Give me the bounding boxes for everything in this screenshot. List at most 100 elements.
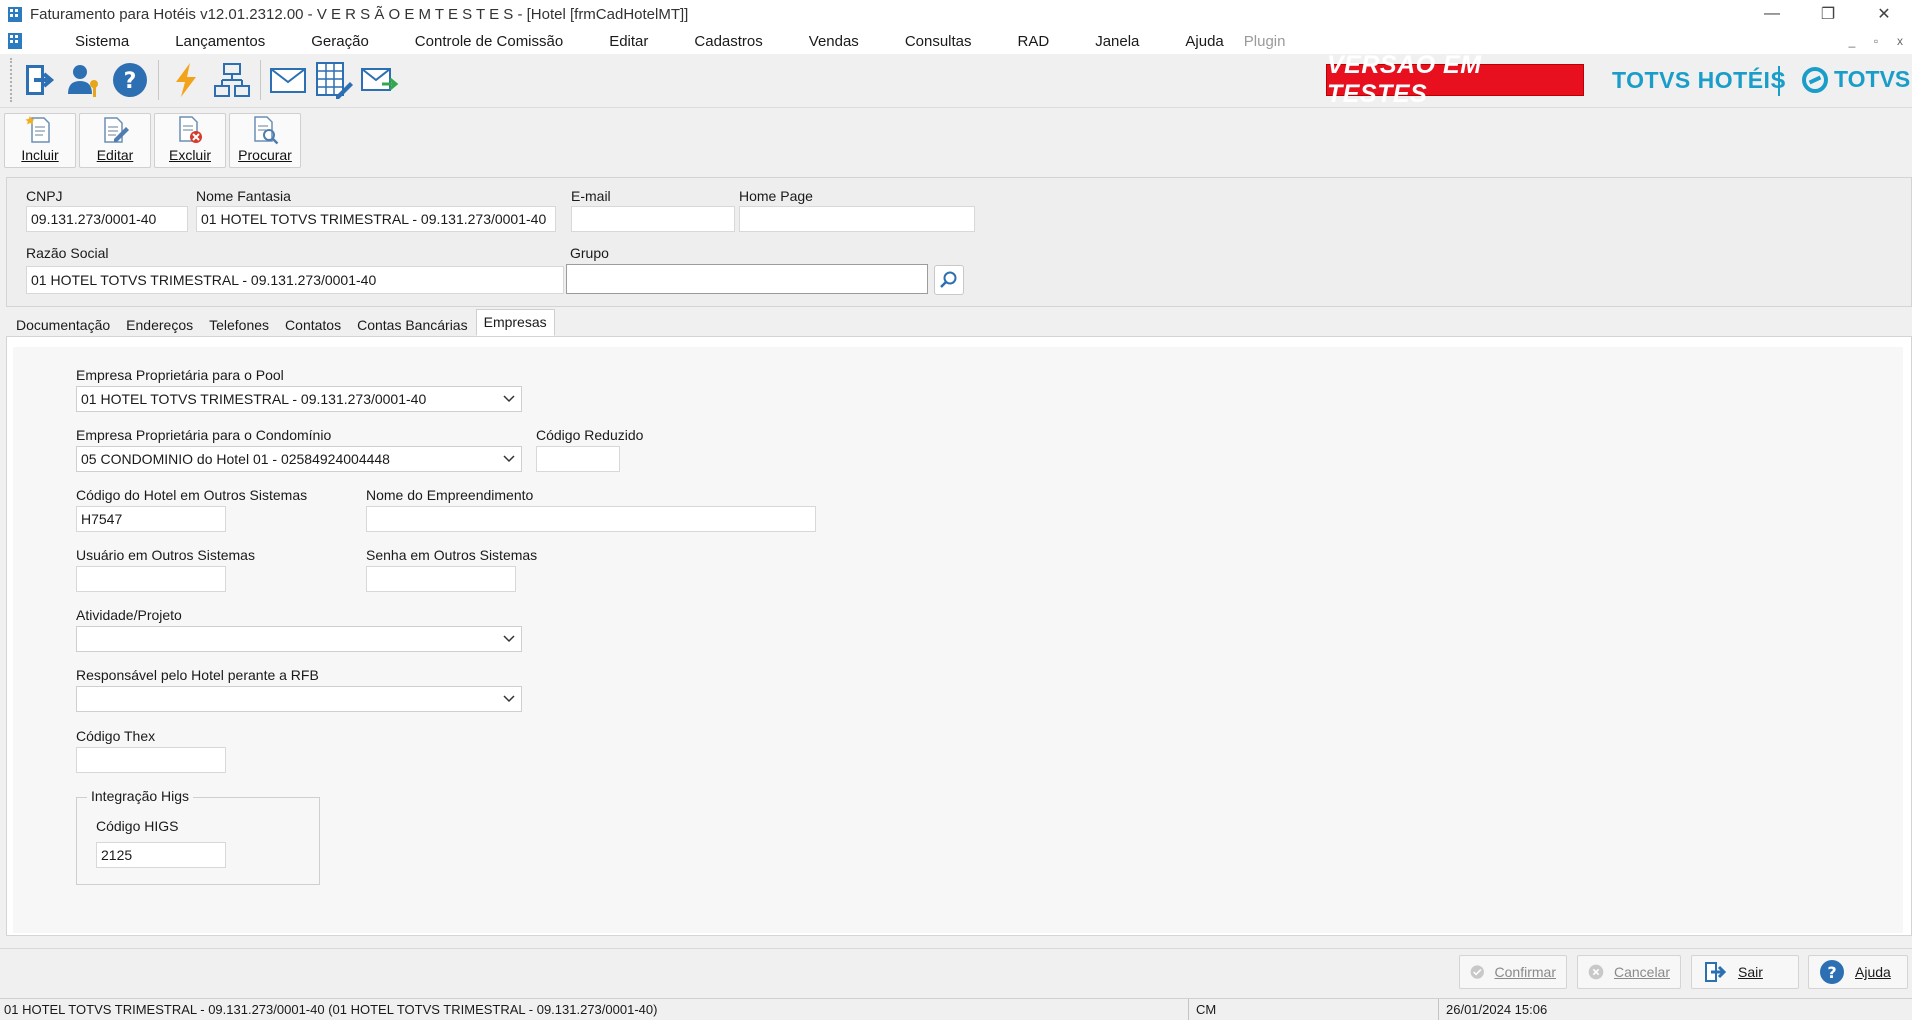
maximize-button[interactable]: ❐: [1800, 0, 1856, 28]
totvs-logo-icon: [1802, 66, 1828, 93]
codigo-higs-field[interactable]: 2125: [96, 842, 226, 868]
menu-bar: Sistema Lançamentos Geração Controle de …: [0, 28, 1912, 54]
close-icon: ✕: [1877, 6, 1891, 23]
menu-rad[interactable]: RAD: [995, 33, 1073, 50]
tab-contas-bancarias[interactable]: Contas Bancárias: [349, 312, 476, 336]
pool-label: Empresa Proprietária para o Pool: [76, 367, 284, 383]
exit-button[interactable]: [18, 58, 62, 102]
menu-vendas[interactable]: Vendas: [786, 33, 882, 50]
ajuda-button[interactable]: ? Ajuda: [1808, 955, 1908, 989]
search-document-icon: [254, 116, 279, 145]
status-bar: 01 HOTEL TOTVS TRIMESTRAL - 09.131.273/0…: [0, 998, 1912, 1020]
delete-document-icon: [179, 116, 202, 143]
pool-select-value: 01 HOTEL TOTVS TRIMESTRAL - 09.131.273/0…: [81, 391, 427, 407]
condominio-select[interactable]: 05 CONDOMINIO do Hotel 01 - 025849240044…: [76, 446, 522, 472]
grupo-label: Grupo: [570, 245, 609, 261]
editar-button[interactable]: Editar: [79, 113, 151, 168]
procurar-button[interactable]: Procurar: [229, 113, 301, 168]
codigo-hotel-field[interactable]: H7547: [76, 506, 226, 532]
atividade-projeto-select[interactable]: [76, 626, 522, 652]
menu-lancamentos[interactable]: Lançamentos: [152, 33, 288, 50]
menu-consultas[interactable]: Consultas: [882, 33, 995, 50]
integracao-higs-title: Integração Higs: [87, 788, 194, 804]
restore-icon: ❐: [1820, 6, 1836, 23]
tab-empresas[interactable]: Empresas: [475, 309, 555, 336]
menu-geracao[interactable]: Geração: [288, 33, 392, 50]
nome-fantasia-label: Nome Fantasia: [196, 188, 291, 204]
product-logo: TOTVS HOTÉIS: [1612, 67, 1787, 93]
bottom-button-bar: Confirmar Cancelar Sair ? Ajuda: [0, 948, 1912, 992]
responsavel-rfb-select[interactable]: [76, 686, 522, 712]
minimize-button[interactable]: —: [1744, 0, 1800, 28]
sair-label: Sair: [1738, 964, 1763, 980]
confirmar-button[interactable]: Confirmar: [1459, 955, 1567, 989]
atividade-projeto-label: Atividade/Projeto: [76, 607, 182, 623]
excluir-button[interactable]: Excluir: [154, 113, 226, 168]
responsavel-rfb-label: Responsável pelo Hotel perante a RFB: [76, 667, 319, 683]
pool-select[interactable]: 01 HOTEL TOTVS TRIMESTRAL - 09.131.273/0…: [76, 386, 522, 412]
toolbar-separator: [158, 60, 159, 100]
help-toolbar-button[interactable]: ?: [108, 58, 152, 102]
condominio-select-value: 05 CONDOMINIO do Hotel 01 - 025849240044…: [81, 451, 390, 467]
minimize-icon: —: [1764, 5, 1780, 22]
exit-icon: [26, 65, 55, 95]
incluir-button[interactable]: Incluir: [4, 113, 76, 168]
razao-social-label: Razão Social: [26, 245, 109, 261]
tab-contatos[interactable]: Contatos: [277, 312, 349, 336]
grupo-search-button[interactable]: [934, 265, 964, 295]
menu-janela[interactable]: Janela: [1072, 33, 1162, 50]
ajuda-label: Ajuda: [1855, 964, 1891, 980]
nome-empreendimento-field[interactable]: [366, 506, 816, 532]
home-page-field[interactable]: [739, 206, 975, 232]
app-building-icon: [8, 7, 22, 22]
tab-telefones[interactable]: Telefones: [201, 312, 277, 336]
cancelar-button[interactable]: Cancelar: [1577, 955, 1681, 989]
network-icon: [214, 63, 250, 97]
usuario-field[interactable]: [76, 566, 226, 592]
help-icon: ?: [1820, 960, 1844, 984]
razao-social-field[interactable]: 01 HOTEL TOTVS TRIMESTRAL - 09.131.273/0…: [26, 266, 564, 294]
sair-button[interactable]: Sair: [1691, 955, 1799, 989]
mail-send-icon: [361, 68, 399, 91]
menu-controle-comissao[interactable]: Controle de Comissão: [392, 33, 586, 50]
close-window-button[interactable]: ✕: [1856, 0, 1912, 28]
procurar-label: Procurar: [238, 147, 292, 163]
toolbar-separator: [260, 60, 261, 100]
menu-sistema[interactable]: Sistema: [52, 33, 152, 50]
nome-fantasia-field[interactable]: 01 HOTEL TOTVS TRIMESTRAL - 09.131.273/0…: [196, 206, 556, 232]
grupo-field[interactable]: [566, 264, 928, 294]
mail-icon: [270, 68, 306, 93]
cnpj-field[interactable]: 09.131.273/0001-40: [26, 206, 188, 232]
menu-cadastros[interactable]: Cadastros: [671, 33, 785, 50]
email-field[interactable]: [571, 206, 735, 232]
menu-ajuda[interactable]: Ajuda: [1162, 33, 1231, 50]
mdi-close-button[interactable]: x: [1888, 34, 1912, 48]
user-access-button[interactable]: [62, 58, 106, 102]
quick-action-button[interactable]: [164, 58, 208, 102]
network-button[interactable]: [210, 58, 254, 102]
spreadsheet-edit-button[interactable]: [312, 58, 356, 102]
status-datetime: 26/01/2024 15:06: [1446, 1002, 1548, 1017]
chevron-down-icon: [503, 695, 515, 703]
tab-documentacao[interactable]: Documentação: [8, 312, 118, 336]
mdi-child-icon: [8, 33, 22, 49]
mdi-window-controls: _ ▫ x: [1840, 28, 1912, 54]
svg-text:?: ?: [124, 69, 137, 94]
mdi-restore-button[interactable]: ▫: [1864, 34, 1888, 48]
senha-field[interactable]: [366, 566, 516, 592]
tab-enderecos[interactable]: Endereços: [118, 312, 201, 336]
codigo-reduzido-field[interactable]: [536, 446, 620, 472]
incluir-label: Incluir: [21, 147, 59, 163]
edit-document-icon: [104, 117, 129, 143]
mdi-minimize-button[interactable]: _: [1840, 34, 1864, 48]
lightning-icon: [176, 63, 196, 97]
codigo-thex-label: Código Thex: [76, 728, 156, 744]
toolbar-grip[interactable]: [10, 58, 14, 102]
codigo-thex-field[interactable]: [76, 747, 226, 773]
mail-button[interactable]: [266, 58, 310, 102]
usuario-label: Usuário em Outros Sistemas: [76, 547, 255, 563]
user-key-icon: [68, 65, 98, 97]
mail-send-button[interactable]: [358, 58, 402, 102]
window-title: Faturamento para Hotéis v12.01.2312.00 -…: [30, 5, 689, 23]
menu-editar[interactable]: Editar: [586, 33, 671, 50]
